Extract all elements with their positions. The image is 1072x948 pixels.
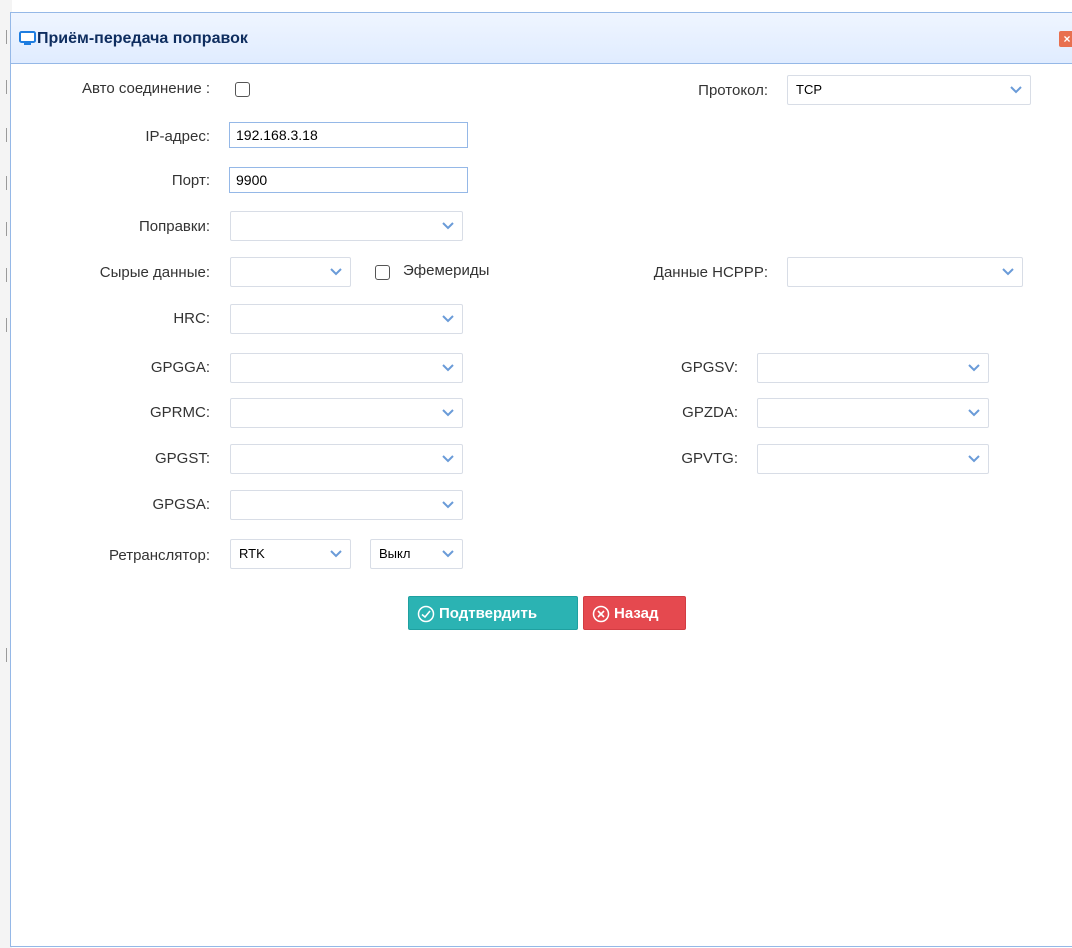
background-tick (6, 648, 7, 662)
auto-connect-label: Авто соединение : (82, 80, 210, 97)
repeater-label: Ретранслятор: (109, 547, 210, 564)
repeater-state-value: Выкл (379, 546, 411, 561)
chevron-down-icon (442, 364, 454, 372)
gpgga-label: GPGGA: (150, 359, 210, 376)
hcppp-select[interactable] (787, 257, 1023, 287)
chevron-down-icon (442, 315, 454, 323)
gpgga-select[interactable] (230, 353, 463, 383)
dialog-title: Приём-передача поправок (37, 30, 248, 47)
gprmc-label: GPRMC: (150, 404, 210, 421)
x-circle-icon (592, 605, 610, 623)
confirm-button-label: Подтвердить (439, 605, 538, 622)
gpgsa-label: GPGSA: (152, 496, 210, 513)
corrections-dialog: Приём-передача поправок × Авто соединени… (10, 12, 1072, 947)
chevron-down-icon (968, 455, 980, 463)
corrections-select[interactable] (230, 211, 463, 241)
repeater-state-select[interactable]: Выкл (370, 539, 463, 569)
chevron-down-icon (968, 409, 980, 417)
protocol-label: Протокол: (698, 82, 768, 99)
dialog-titlebar[interactable]: Приём-передача поправок × (11, 13, 1072, 64)
port-label: Порт: (171, 172, 210, 189)
chevron-down-icon (442, 501, 454, 509)
back-button[interactable]: Назад (583, 596, 686, 630)
gpvtg-label: GPVTG: (681, 450, 738, 467)
chevron-down-icon (1010, 86, 1022, 94)
gpzda-label: GPZDA: (682, 404, 738, 421)
gpgsv-select[interactable] (757, 353, 989, 383)
background-tick (6, 176, 7, 190)
gpvtg-select[interactable] (757, 444, 989, 474)
chevron-down-icon (330, 268, 342, 276)
background-tick (6, 128, 7, 142)
repeater-mode-select[interactable]: RTK (230, 539, 351, 569)
gprmc-select[interactable] (230, 398, 463, 428)
ephemeris-checkbox[interactable] (375, 265, 390, 280)
gpgst-select[interactable] (230, 444, 463, 474)
ip-address-input[interactable] (229, 122, 468, 148)
chevron-down-icon (442, 550, 454, 558)
ip-label: IP-адрес: (145, 128, 210, 145)
background-tick (6, 222, 7, 236)
hrc-select[interactable] (230, 304, 463, 334)
protocol-value: TCP (796, 82, 822, 97)
port-input[interactable] (229, 167, 468, 193)
auto-connect-checkbox[interactable] (235, 82, 250, 97)
gpgsa-select[interactable] (230, 490, 463, 520)
chevron-down-icon (968, 364, 980, 372)
check-circle-icon (417, 605, 435, 623)
hrc-label: HRC: (173, 310, 210, 327)
protocol-select[interactable]: TCP (787, 75, 1031, 105)
corrections-label: Поправки: (138, 218, 210, 235)
gpgst-label: GPGST: (154, 450, 210, 467)
raw-data-select[interactable] (230, 257, 351, 287)
hcppp-label: Данные HCPPP: (653, 264, 768, 281)
confirm-button[interactable]: Подтвердить (408, 596, 578, 630)
ephemeris-label: Эфемериды (403, 262, 490, 279)
gpzda-select[interactable] (757, 398, 989, 428)
repeater-mode-value: RTK (239, 546, 265, 561)
chevron-down-icon (442, 222, 454, 230)
background-tick (6, 268, 7, 282)
gpgsv-label: GPGSV: (681, 359, 738, 376)
monitor-icon (19, 31, 36, 45)
background-tick (6, 30, 7, 44)
background-tick (6, 318, 7, 332)
chevron-down-icon (442, 409, 454, 417)
close-icon[interactable]: × (1059, 31, 1072, 47)
chevron-down-icon (442, 455, 454, 463)
chevron-down-icon (1002, 268, 1014, 276)
background-tick (6, 80, 7, 94)
chevron-down-icon (330, 550, 342, 558)
raw-data-label: Сырые данные: (99, 264, 210, 281)
back-button-label: Назад (614, 605, 659, 622)
